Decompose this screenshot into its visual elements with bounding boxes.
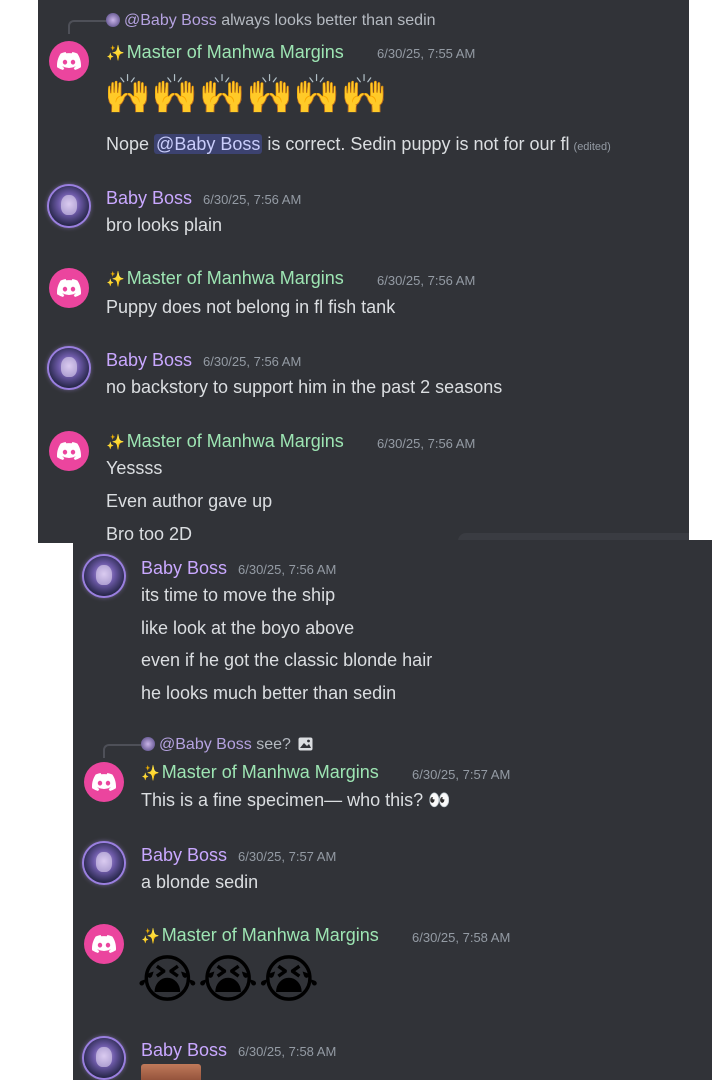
message-boss-1[interactable]: Baby Boss 6/30/25, 7:56 AM bro looks pla… (38, 180, 689, 240)
timestamp: 6/30/25, 7:58 AM (412, 930, 511, 945)
user-avatar[interactable] (84, 843, 124, 883)
message-master-2[interactable]: ✨ Master of Manhwa Margins 6/30/25, 7:56 … (38, 262, 689, 322)
username-boss[interactable]: Baby Boss (141, 558, 227, 579)
user-avatar[interactable] (49, 348, 89, 388)
message-text: Nope @Baby Boss is correct. Sedin puppy … (106, 134, 611, 154)
timestamp: 6/30/25, 7:55 AM (377, 46, 476, 61)
reply-preview[interactable]: @Baby Boss see? (141, 736, 313, 754)
timestamp: 6/30/25, 7:56 AM (203, 192, 302, 207)
image-icon (298, 737, 313, 751)
username-master[interactable]: ✨ Master of Manhwa Margins (141, 762, 379, 783)
message-text: its time to move the ship (141, 585, 336, 605)
emoji-raised-hands: 🙌🙌🙌🙌🙌🙌 (104, 72, 388, 116)
chat-panel-bottom: Baby Boss 6/30/25, 7:56 AM its time to m… (73, 540, 712, 1080)
emoji-loudly-crying: 😭😭😭 (137, 950, 320, 1010)
message-master-1[interactable]: @Baby Boss always looks better than sedi… (38, 0, 689, 160)
username-master[interactable]: ✨ Master of Manhwa Margins (141, 925, 379, 946)
message-text: even if he got the classic blonde hair (141, 650, 433, 670)
reply-text: always looks better than sedin (221, 12, 436, 29)
message-master-4[interactable]: @Baby Boss see? ✨ Master of Manhwa Margin… (73, 730, 712, 820)
username-boss[interactable]: Baby Boss (141, 1040, 227, 1061)
message-boss-4[interactable]: Baby Boss 6/30/25, 7:57 AM a blonde sedi… (73, 835, 712, 895)
message-text: like look at the boyo above (141, 618, 355, 638)
reply-text: see? (256, 736, 291, 753)
message-text: This is a fine specimen— who this? 👀 (141, 790, 451, 810)
user-avatar[interactable] (84, 1038, 124, 1078)
timestamp: 6/30/25, 7:56 AM (203, 354, 302, 369)
timestamp: 6/30/25, 7:58 AM (238, 1044, 337, 1059)
discord-avatar-icon[interactable] (84, 762, 124, 802)
reply-connector (68, 20, 106, 34)
image-attachment[interactable] (141, 1064, 201, 1080)
message-text: a blonde sedin (141, 872, 259, 892)
username-master[interactable]: ✨ Master of Manhwa Margins (106, 42, 344, 63)
message-text: Puppy does not belong in fl fish tank (106, 297, 396, 317)
sparkles-icon: ✨ (141, 765, 160, 782)
reply-preview[interactable]: @Baby Boss always looks better than sedi… (106, 12, 436, 30)
message-boss-5[interactable]: Baby Boss 6/30/25, 7:58 AM (73, 1030, 712, 1080)
reply-connector (103, 744, 141, 758)
message-text: he looks much better than sedin (141, 683, 397, 703)
user-mention[interactable]: @Baby Boss (154, 134, 263, 154)
sparkles-icon: ✨ (106, 45, 125, 62)
timestamp: 6/30/25, 7:56 AM (377, 273, 476, 288)
discord-avatar-icon[interactable] (49, 431, 89, 471)
user-avatar[interactable] (84, 556, 124, 596)
message-master-3[interactable]: ✨ Master of Manhwa Margins 6/30/25, 7:56 … (38, 425, 689, 543)
discord-avatar-icon[interactable] (84, 924, 124, 964)
user-avatar[interactable] (49, 186, 89, 226)
message-boss-3[interactable]: Baby Boss 6/30/25, 7:56 AM its time to m… (73, 540, 712, 710)
reply-mention[interactable]: @Baby Boss (124, 12, 217, 29)
username-master[interactable]: ✨ Master of Manhwa Margins (106, 431, 344, 452)
username-boss[interactable]: Baby Boss (106, 188, 192, 209)
username-master[interactable]: ✨ Master of Manhwa Margins (106, 268, 344, 289)
sparkles-icon: ✨ (106, 434, 125, 451)
sparkles-icon: ✨ (141, 928, 160, 945)
chat-panel-top: @Baby Boss always looks better than sedi… (38, 0, 689, 543)
timestamp: 6/30/25, 7:57 AM (238, 849, 337, 864)
message-text: bro looks plain (106, 215, 223, 235)
username-boss[interactable]: Baby Boss (141, 845, 227, 866)
message-master-5[interactable]: ✨ Master of Manhwa Margins 6/30/25, 7:58 … (73, 920, 712, 1020)
username-boss[interactable]: Baby Boss (106, 350, 192, 371)
discord-avatar-icon[interactable] (49, 41, 89, 81)
mini-avatar-icon (141, 737, 155, 751)
timestamp: 6/30/25, 7:56 AM (377, 436, 476, 451)
message-text: Yessss (106, 458, 163, 478)
message-text: no backstory to support him in the past … (106, 377, 503, 397)
discord-avatar-icon[interactable] (49, 268, 89, 308)
sparkles-icon: ✨ (106, 271, 125, 288)
message-boss-2[interactable]: Baby Boss 6/30/25, 7:56 AM no backstory … (38, 342, 689, 402)
message-text: Even author gave up (106, 491, 273, 511)
timestamp: 6/30/25, 7:57 AM (412, 767, 511, 782)
edited-label: (edited) (573, 141, 611, 153)
timestamp: 6/30/25, 7:56 AM (238, 562, 337, 577)
mini-avatar-icon (106, 13, 120, 27)
reply-mention[interactable]: @Baby Boss (159, 736, 252, 753)
